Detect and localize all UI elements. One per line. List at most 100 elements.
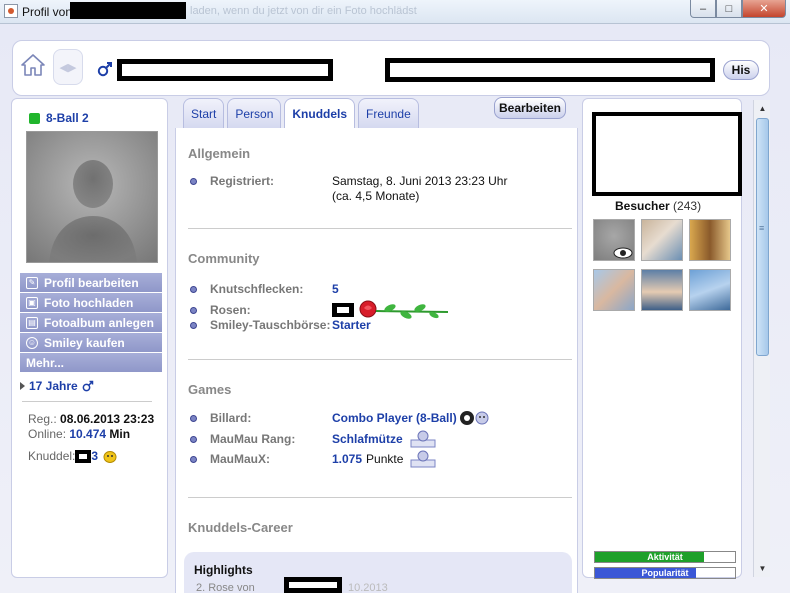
profile-topbar: ◀ ▶ His <box>12 40 770 96</box>
smiley-tausch-value[interactable]: Starter <box>332 318 371 332</box>
maumau-rang-label: MauMau Rang: <box>210 432 296 446</box>
popularitaet-bar: Popularität <box>594 567 736 579</box>
maumau-rang-value[interactable]: Schlafmütze <box>332 432 403 446</box>
visitor-thumb[interactable] <box>689 269 731 311</box>
visitors-label: Besucher <box>615 199 670 213</box>
knutschflecken-value[interactable]: 5 <box>332 282 339 296</box>
visitor-thumb[interactable] <box>593 219 635 261</box>
menu-item-label: Foto hochladen <box>44 295 134 310</box>
male-gender-icon <box>82 380 93 392</box>
redacted-visitor-banner <box>592 112 742 196</box>
tab-start[interactable]: Start <box>183 98 225 128</box>
bullet-icon <box>190 285 197 293</box>
online-label: Online: <box>28 427 67 441</box>
highlight-partial-text: 2. Rose von <box>196 582 255 593</box>
bullet-icon <box>190 306 197 314</box>
registriert-sub: (ca. 4,5 Monate) <box>332 189 420 203</box>
aktivitaet-bar: Aktivität <box>594 551 736 563</box>
profile-menu: ✎ Profil bearbeiten ▣ Foto hochladen ▤ F… <box>20 273 162 373</box>
maumaux-value[interactable]: 1.075 <box>332 452 362 466</box>
highlight-partial-date: 10.2013 <box>348 582 388 593</box>
menu-smiley-kaufen[interactable]: ☺ Smiley kaufen <box>20 333 162 352</box>
profile-frame: ◀ ▶ His 8-Ball 2 ✎ Profil bearbeiten ▣ F… <box>0 24 790 593</box>
scroll-down-icon[interactable]: ▼ <box>754 560 771 577</box>
bearbeiten-button[interactable]: Bearbeiten <box>494 97 566 119</box>
visitor-thumb[interactable] <box>689 219 731 261</box>
age-toggle[interactable]: 17 Jahre <box>20 379 94 393</box>
window-titlebar: Profil von laden, wenn du jetzt von dir … <box>0 0 790 24</box>
highlights-box: Highlights 2. Rose von 10.2013 <box>184 552 572 593</box>
registriert-value: Samstag, 8. Juni 2013 23:23 Uhr <box>332 174 508 188</box>
minimize-button[interactable]: – <box>690 0 716 18</box>
menu-item-label: Fotoalbum anlegen <box>44 315 155 330</box>
edit-icon: ✎ <box>26 276 38 289</box>
row-billard: Billard: Combo Player (8-Ball) <box>190 410 491 426</box>
section-title-allgemein: Allgemein <box>188 146 251 161</box>
expand-triangle-icon <box>20 382 25 390</box>
profile-photo-placeholder[interactable] <box>26 131 158 263</box>
row-smiley-tauschboerse: Smiley-Tauschbörse: Starter <box>190 318 371 332</box>
visitor-thumb[interactable] <box>593 269 635 311</box>
reg-label: Reg.: <box>28 412 57 426</box>
vertical-scrollbar[interactable]: ▲ ▼ <box>753 100 770 577</box>
online-status-icon <box>29 113 40 124</box>
highlights-title: Highlights <box>194 563 253 577</box>
aktivitaet-label: Aktivität <box>647 552 683 562</box>
menu-item-label: Smiley kaufen <box>44 335 125 350</box>
rank-podium-icon <box>410 450 436 468</box>
window-ghost-text: laden, wenn du jetzt von dir ein Foto ho… <box>190 5 417 17</box>
knuddels-tab-content: Allgemein Registriert: Samstag, 8. Juni … <box>175 128 578 593</box>
profile-nickname[interactable]: 8-Ball 2 <box>46 111 89 125</box>
history-button[interactable]: His <box>723 60 759 80</box>
visitor-thumb[interactable] <box>641 269 683 311</box>
menu-foto-hochladen[interactable]: ▣ Foto hochladen <box>20 293 162 312</box>
redacted-search-field[interactable] <box>385 58 715 82</box>
menu-fotoalbum-anlegen[interactable]: ▤ Fotoalbum anlegen <box>20 313 162 332</box>
row-rosen: Rosen: <box>190 300 450 320</box>
forward-arrow-icon[interactable]: ▶ <box>68 61 76 74</box>
bullet-icon <box>190 455 197 463</box>
menu-mehr[interactable]: Mehr... <box>20 353 162 372</box>
scrollbar-thumb[interactable] <box>756 118 769 356</box>
maumaux-label: MauMauX: <box>210 452 270 466</box>
redacted-highlight-name <box>284 577 342 593</box>
section-divider <box>188 359 572 360</box>
knuddel-label: Knuddel: <box>28 449 76 463</box>
profile-tabs: Start Person Knuddels Freunde <box>183 98 419 128</box>
maximize-button[interactable]: □ <box>716 0 742 18</box>
billard-value[interactable]: Combo Player (8-Ball) <box>332 411 457 425</box>
window-controls: – □ ✕ <box>690 0 786 18</box>
maumaux-unit: Punkte <box>366 452 404 466</box>
eight-ball-icon <box>459 411 489 425</box>
menu-item-label: Mehr... <box>26 355 65 370</box>
home-button[interactable] <box>19 51 47 79</box>
rank-podium-icon <box>410 430 436 448</box>
java-app-icon <box>4 4 18 18</box>
visitors-count: (243) <box>673 199 702 213</box>
knuddel-value: 3 <box>91 449 99 463</box>
menu-profil-bearbeiten[interactable]: ✎ Profil bearbeiten <box>20 273 162 292</box>
bullet-icon <box>190 435 197 443</box>
tab-person[interactable]: Person <box>227 98 282 128</box>
online-value: 10.474 <box>69 427 107 441</box>
knutschflecken-label: Knutschflecken: <box>210 282 304 296</box>
rosen-label: Rosen: <box>210 303 251 317</box>
close-button[interactable]: ✕ <box>742 0 786 18</box>
scroll-up-icon[interactable]: ▲ <box>754 100 771 117</box>
bullet-icon <box>190 177 197 185</box>
redacted-rosen-count <box>332 303 354 317</box>
window-title: Profil von <box>22 5 73 19</box>
visitor-thumb[interactable] <box>641 219 683 261</box>
back-arrow-icon[interactable]: ◀ <box>60 61 68 74</box>
nav-arrows[interactable]: ◀ ▶ <box>53 49 83 85</box>
tab-freunde[interactable]: Freunde <box>358 98 419 128</box>
stats-divider <box>22 401 152 402</box>
redacted-knuddel <box>75 450 92 464</box>
right-visitors-panel: Besucher (243) Aktivität Popularität <box>582 98 742 579</box>
section-title-career: Knuddels-Career <box>188 520 293 535</box>
registriert-label: Registriert: <box>210 174 275 188</box>
visitors-heading: Besucher (243) <box>615 199 701 213</box>
row-registriert-sub: (ca. 4,5 Monate) <box>332 189 419 203</box>
person-silhouette-icon <box>49 160 137 262</box>
tab-knuddels[interactable]: Knuddels <box>284 98 356 128</box>
